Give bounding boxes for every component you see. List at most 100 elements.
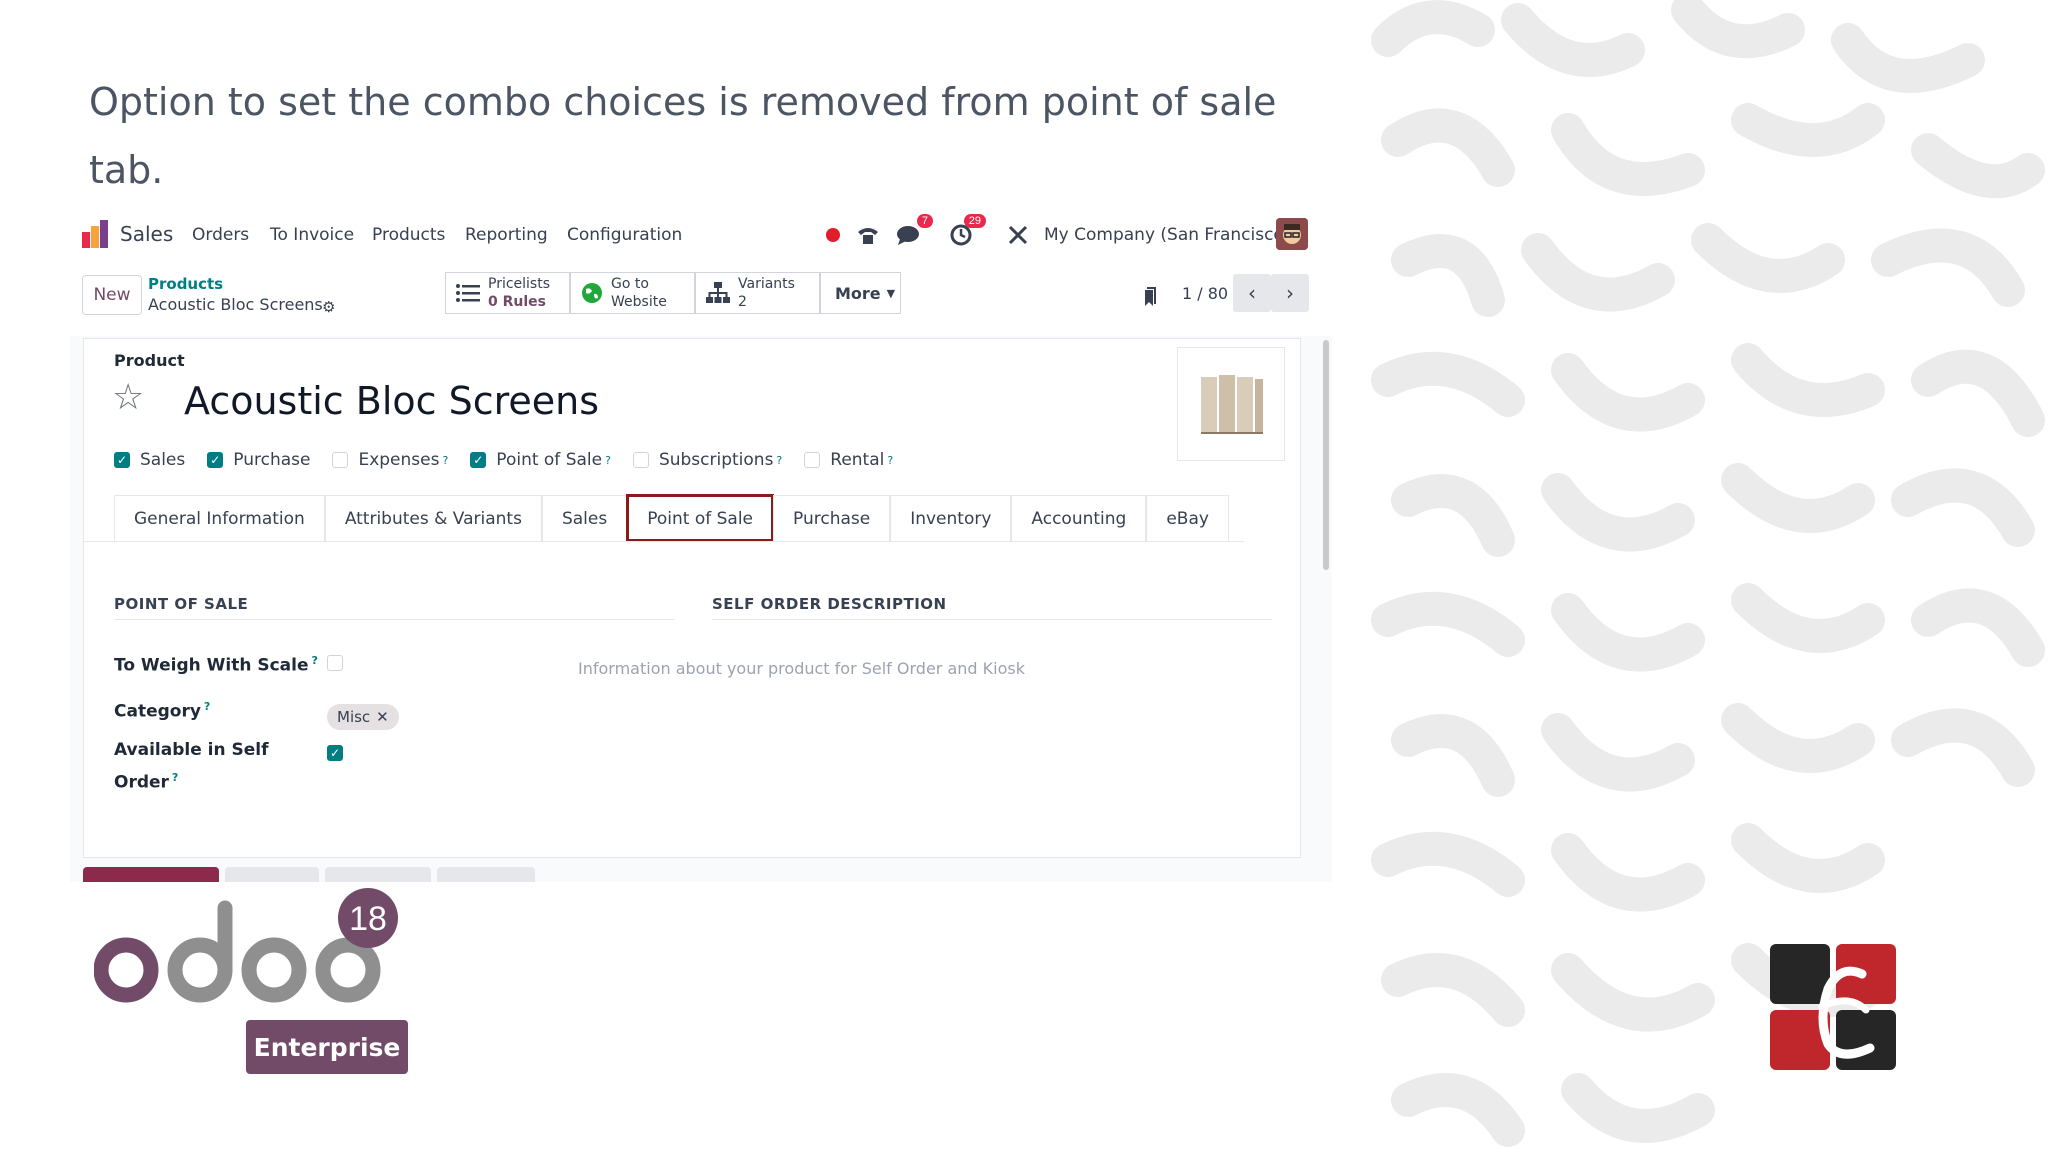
pos-section-title: POINT OF SALE xyxy=(114,595,249,613)
product-label: Product xyxy=(114,351,185,370)
product-form-sheet: Product ☆ Acoustic Bloc Screens ✓ Sales ✓… xyxy=(83,338,1301,858)
variants-count: 2 xyxy=(738,294,747,310)
menu-orders[interactable]: Orders xyxy=(192,225,249,245)
chatter-tab[interactable] xyxy=(437,867,535,882)
more-button[interactable]: More ▼ xyxy=(820,272,901,314)
pager-prev-button[interactable]: ‹ xyxy=(1233,274,1271,312)
product-name-field[interactable]: Acoustic Bloc Screens xyxy=(184,379,599,423)
help-icon[interactable]: ? xyxy=(605,454,611,467)
pager-value[interactable]: 1 / 80 xyxy=(1182,284,1228,303)
check-icon[interactable]: ✓ xyxy=(470,452,487,468)
category-label-text: Category xyxy=(114,701,201,722)
gear-icon[interactable]: ⚙ xyxy=(322,298,335,316)
menu-reporting[interactable]: Reporting xyxy=(465,225,548,245)
tab-point-of-sale[interactable]: Point of Sale xyxy=(626,494,774,542)
pager-next-button[interactable]: › xyxy=(1271,274,1309,312)
form-scrollbar[interactable] xyxy=(1323,340,1329,570)
checkbox-purchase[interactable]: ✓ Purchase xyxy=(207,450,310,470)
app-name[interactable]: Sales xyxy=(120,222,173,246)
check-icon[interactable]: ✓ xyxy=(114,452,130,468)
self-order-checkbox[interactable]: ✓ xyxy=(327,745,343,761)
company-logo xyxy=(1770,944,1896,1070)
weigh-label: To Weigh With Scale? xyxy=(114,647,318,680)
odoo-screenshot: Sales Orders To Invoice Products Reporti… xyxy=(70,210,1332,882)
chatter-tab-active[interactable] xyxy=(83,867,219,882)
go-to-website-button[interactable]: Go to Website xyxy=(570,272,695,314)
help-icon[interactable]: ? xyxy=(312,654,318,667)
chatter-tab[interactable] xyxy=(225,867,319,882)
odoo-version-number: 18 xyxy=(349,900,387,938)
activity-badge: 29 xyxy=(963,214,986,228)
tab-accounting[interactable]: Accounting xyxy=(1011,495,1147,541)
help-icon[interactable]: ? xyxy=(887,454,893,467)
breadcrumb-products[interactable]: Products xyxy=(148,275,223,293)
self-order-description-input[interactable]: Information about your product for Self … xyxy=(578,659,1025,678)
close-icon[interactable]: ✕ xyxy=(376,708,389,726)
tab-purchase[interactable]: Purchase xyxy=(773,495,891,541)
variants-title: Variants xyxy=(738,276,795,292)
star-icon[interactable]: ☆ xyxy=(112,377,144,418)
self-order-label: Available in Self Order? xyxy=(114,737,269,797)
checkbox-label: Purchase xyxy=(233,450,311,470)
tab-divider xyxy=(84,541,1244,542)
self-order-section-title: SELF ORDER DESCRIPTION xyxy=(712,595,947,613)
chatter-tab[interactable] xyxy=(325,867,431,882)
checkbox-label: Sales xyxy=(140,450,186,470)
weigh-label-text: To Weigh With Scale xyxy=(114,655,309,676)
weigh-checkbox[interactable] xyxy=(327,655,343,671)
checkbox-label: Subscriptions xyxy=(658,450,774,470)
tab-general-information[interactable]: General Information xyxy=(114,495,325,541)
company-switcher[interactable]: My Company (San Francisco) xyxy=(1044,225,1290,245)
breadcrumb-current: Acoustic Bloc Screens xyxy=(148,295,323,314)
checkbox-subscriptions[interactable]: Subscriptions? xyxy=(632,450,782,470)
check-icon[interactable]: ✓ xyxy=(207,452,224,468)
phone-icon[interactable] xyxy=(853,220,883,250)
pricelists-title: Pricelists xyxy=(488,276,551,292)
sitemap-icon xyxy=(706,282,730,303)
record-icon[interactable] xyxy=(818,220,848,250)
checkbox-expenses[interactable]: Expenses? xyxy=(332,450,448,470)
bookmark-icon[interactable] xyxy=(1142,286,1158,308)
control-panel: New Products Acoustic Bloc Screens ⚙ Pri… xyxy=(70,272,1332,318)
globe-icon xyxy=(582,283,602,303)
caret-down-icon: ▼ xyxy=(886,286,896,300)
checkbox-box[interactable] xyxy=(332,452,349,468)
decorative-pattern xyxy=(1368,0,2048,1152)
checkbox-point-of-sale[interactable]: ✓ Point of Sale? xyxy=(470,450,611,470)
checkbox-box[interactable] xyxy=(632,452,649,468)
chatter-tabs xyxy=(83,867,541,882)
self-order-label-line1: Available in Self xyxy=(114,740,269,760)
tab-inventory[interactable]: Inventory xyxy=(890,495,1012,541)
tools-icon[interactable] xyxy=(1003,220,1033,250)
help-icon[interactable]: ? xyxy=(172,771,178,784)
product-image[interactable] xyxy=(1177,347,1285,461)
menu-products[interactable]: Products xyxy=(372,225,445,245)
slide-headline: Option to set the combo choices is remov… xyxy=(89,80,1277,192)
checkbox-box[interactable] xyxy=(804,452,821,468)
menu-configuration[interactable]: Configuration xyxy=(567,225,682,245)
tab-sales[interactable]: Sales xyxy=(541,495,628,541)
checkbox-rental[interactable]: Rental? xyxy=(804,450,893,470)
checkbox-label: Expenses xyxy=(358,450,440,470)
sales-app-icon[interactable] xyxy=(82,220,108,248)
category-tag[interactable]: Misc ✕ xyxy=(327,704,399,730)
enterprise-badge: Enterprise xyxy=(246,1020,408,1074)
help-icon[interactable]: ? xyxy=(204,700,210,713)
user-avatar[interactable] xyxy=(1276,218,1308,250)
help-icon[interactable]: ? xyxy=(442,454,448,467)
activity-icon[interactable]: 29 xyxy=(946,214,986,250)
tab-attributes-variants[interactable]: Attributes & Variants xyxy=(324,495,542,541)
chevron-right-icon: › xyxy=(1286,281,1294,305)
pricelists-button[interactable]: Pricelists 0 Rules xyxy=(445,272,570,314)
menu-to-invoice[interactable]: To Invoice xyxy=(270,225,354,245)
notebook-tabs: General Information Attributes & Variant… xyxy=(114,494,1229,542)
chat-icon[interactable]: 7 xyxy=(893,214,933,250)
help-icon[interactable]: ? xyxy=(776,454,782,467)
tab-ebay[interactable]: eBay xyxy=(1146,495,1229,541)
checkbox-sales[interactable]: ✓ Sales xyxy=(114,450,185,470)
variants-button[interactable]: Variants 2 xyxy=(695,272,820,314)
chat-badge: 7 xyxy=(916,214,933,228)
new-button[interactable]: New xyxy=(82,275,142,315)
section-divider xyxy=(712,619,1272,620)
checkbox-label: Point of Sale xyxy=(496,450,603,470)
